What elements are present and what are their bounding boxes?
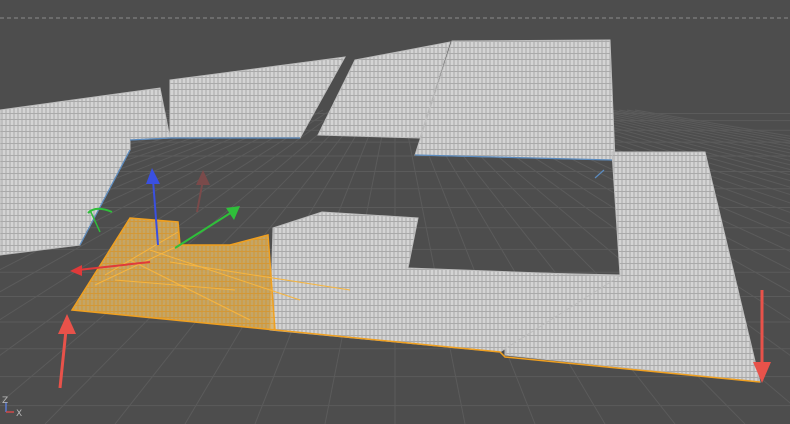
- axis-x-label: X: [16, 409, 22, 419]
- viewport-scene[interactable]: Z X: [0, 0, 790, 424]
- axis-z-label: Z: [2, 396, 8, 406]
- 3d-viewport[interactable]: Z X: [0, 0, 790, 424]
